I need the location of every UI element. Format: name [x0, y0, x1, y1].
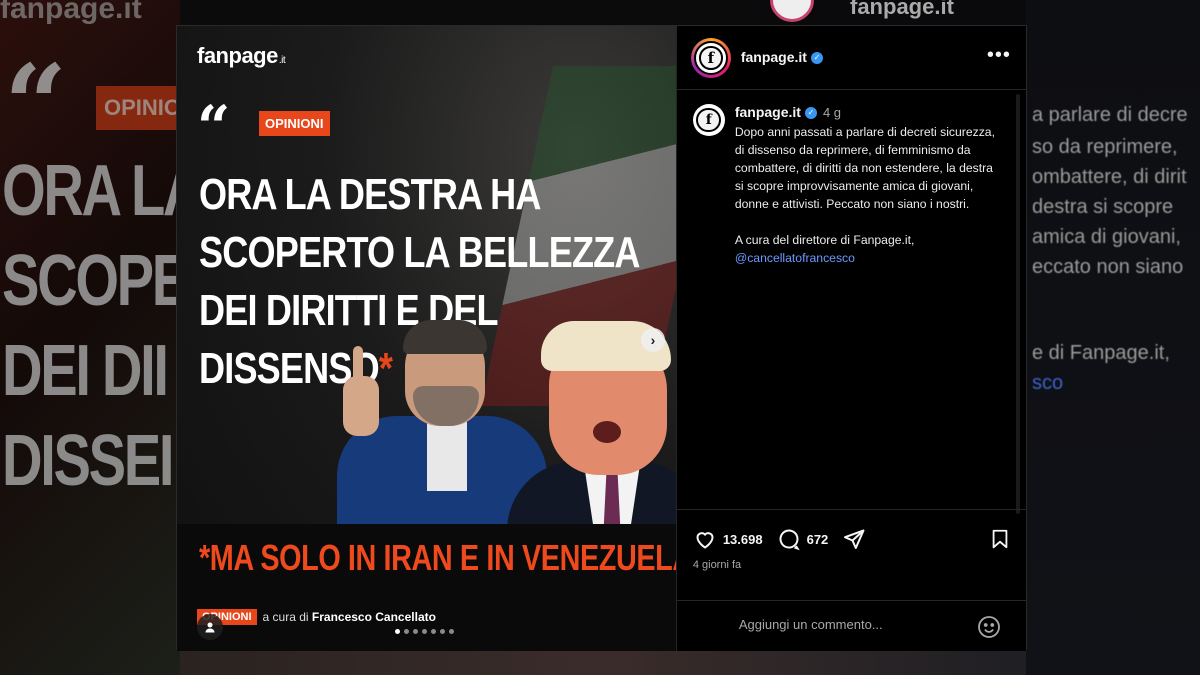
save-button[interactable]	[989, 528, 1011, 555]
post-media[interactable]: fanpage.it “ OPINIONI ORA LA DESTRA HA S…	[177, 26, 676, 651]
caption-avatar[interactable]: f	[692, 104, 725, 136]
comment-button[interactable]: 672	[777, 527, 829, 551]
background-badge: OPINIO	[96, 86, 181, 130]
carousel-dot	[413, 629, 418, 634]
background-headline-line: ORA LA	[2, 151, 203, 231]
action-row: 13.698 672	[693, 526, 1011, 552]
background-header-blur: fanpage.it	[760, 0, 1026, 26]
carousel-dot	[404, 629, 409, 634]
footer-credit: a cura di Francesco Cancellato	[262, 610, 436, 624]
media-footer: OPINIONI a cura di Francesco Cancellato	[197, 609, 436, 625]
background-media-blur: fanpage.it “ OPINIO ORA LA SCOPEI DEI DI…	[0, 0, 203, 675]
more-options-icon[interactable]: •••	[987, 44, 1011, 67]
quote-icon: “	[197, 93, 231, 161]
share-button[interactable]	[842, 527, 866, 551]
heart-icon	[696, 532, 714, 549]
send-icon	[844, 529, 865, 549]
post-side-panel: f fanpage.it ✓ ••• f fanpage.it ✓ 4 g Dopo …	[675, 26, 1027, 652]
background-caption-line: eccato non siano	[1032, 256, 1184, 278]
background-caption-blur: a parlare di decre so da reprimere, omba…	[1026, 0, 1200, 675]
background-brand: fanpage.it	[0, 0, 142, 25]
background-avatar	[770, 0, 814, 22]
media-subline: *MA SOLO IN IRAN E IN VENEZUELA	[199, 537, 676, 578]
avatar[interactable]: f	[693, 41, 728, 75]
carousel-indicator	[395, 629, 454, 634]
caption-mention-link[interactable]: @cancellatofrancesco	[735, 251, 855, 265]
carousel-next-button[interactable]: ›	[641, 328, 665, 352]
post-username[interactable]: fanpage.it ✓	[741, 49, 823, 65]
carousel-dot	[395, 629, 400, 634]
carousel-dot	[449, 629, 454, 634]
user-tag-icon[interactable]	[197, 614, 223, 640]
caption-credit-paragraph: A cura del direttore di Fanpage.it, @canc…	[734, 233, 915, 265]
emoji-button[interactable]	[977, 615, 1001, 644]
caption-text: Dopo anni passati a parlare di decreti s…	[735, 123, 1005, 267]
background-caption-link: sco	[1032, 372, 1064, 394]
background-quote-icon: “	[4, 40, 68, 169]
background-caption-line: e di Fanpage.it,	[1032, 342, 1170, 364]
carousel-dot	[440, 629, 445, 634]
background-caption-line: a parlare di decre	[1032, 104, 1188, 126]
carousel-dot	[422, 629, 427, 634]
post-modal: fanpage.it “ OPINIONI ORA LA DESTRA HA S…	[176, 25, 1027, 652]
comment-form	[676, 600, 1027, 652]
post-header: f fanpage.it ✓ •••	[676, 26, 1027, 90]
caption-paragraph: Dopo anni passati a parlare di decreti s…	[734, 125, 995, 211]
caption-header: fanpage.it ✓ 4 g	[735, 104, 841, 120]
background-headline-line: DEI DII	[2, 331, 169, 411]
headline-line: ORA LA DESTRA HA	[199, 170, 541, 219]
background-headline-line: SCOPEI	[2, 241, 203, 321]
opinioni-badge: OPINIONI	[259, 111, 330, 136]
comment-count: 672	[806, 531, 829, 547]
verified-icon: ✓	[804, 107, 817, 120]
carousel-dot	[431, 629, 436, 634]
comment-input[interactable]	[738, 617, 969, 632]
headline-line: SCOPERTO LA BELLEZZA	[199, 228, 640, 277]
caption-time: 4 g	[822, 105, 842, 120]
post-actions: 13.698 672 4 giorni fa	[676, 509, 1027, 652]
post-date: 4 giorni fa	[692, 559, 742, 571]
like-button[interactable]: 13.698	[693, 527, 763, 551]
story-ring[interactable]: f	[690, 38, 731, 78]
bookmark-icon	[992, 529, 1008, 549]
like-count: 13.698	[722, 531, 763, 547]
comment-icon	[779, 529, 800, 551]
background-caption-line: amica di giovani,	[1032, 226, 1181, 248]
background-bottom-strip	[180, 650, 1026, 675]
emoji-icon	[977, 616, 1000, 638]
background-caption-line: destra si scopre	[1032, 196, 1174, 218]
background-caption-line: so da reprimere,	[1032, 136, 1178, 158]
background-headline-line: DISSEI	[2, 421, 174, 501]
comments-scrollbar[interactable]	[1016, 94, 1020, 514]
caption-username[interactable]: fanpage.it	[735, 104, 801, 120]
background-caption-line: ombattere, di dirit	[1032, 166, 1187, 188]
background-username: fanpage.it	[850, 0, 954, 19]
media-brand-logo: fanpage.it	[197, 43, 286, 68]
verified-icon: ✓	[810, 52, 823, 65]
